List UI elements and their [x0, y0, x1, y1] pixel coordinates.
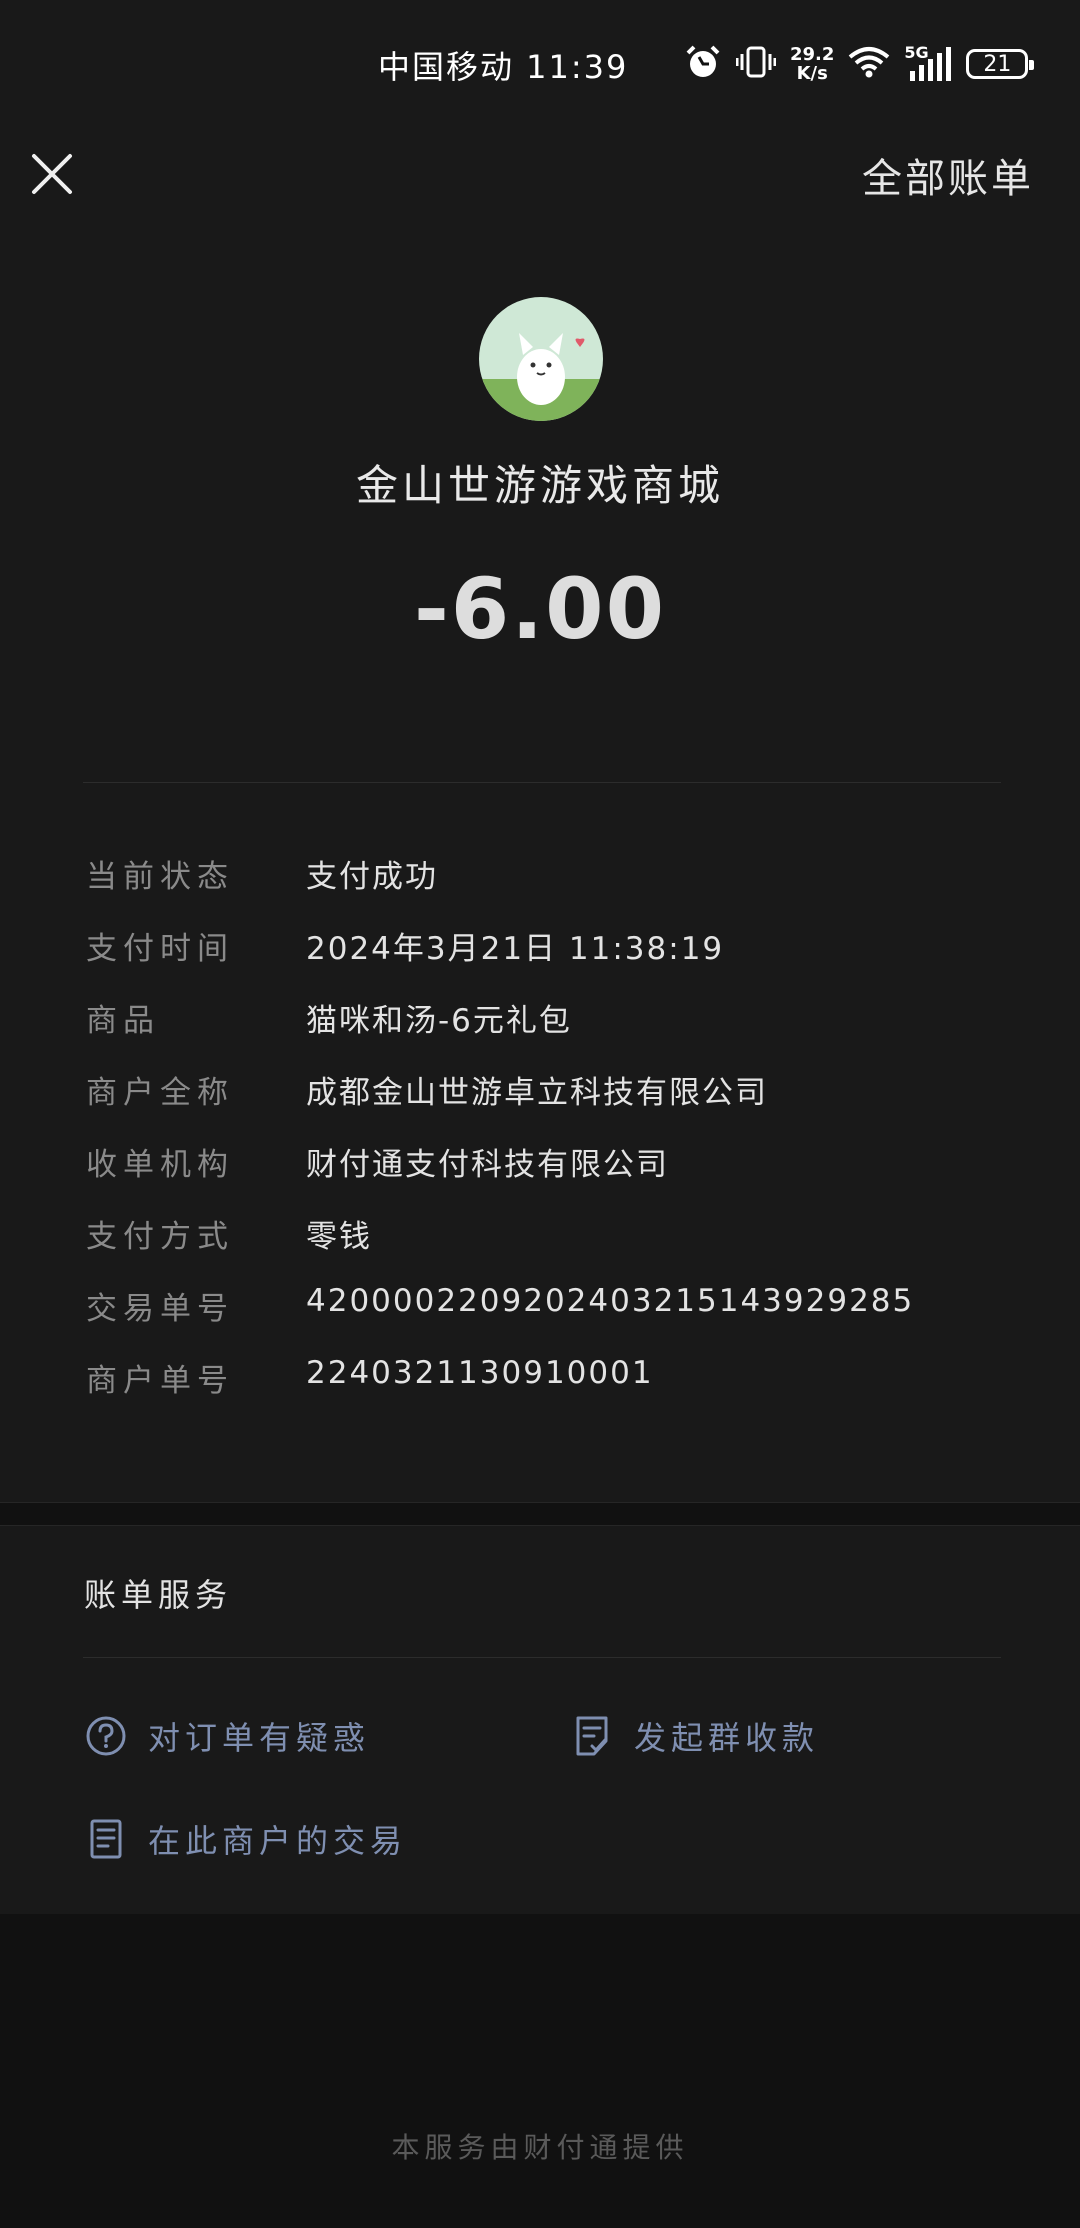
status-bar: 中国移动 11:39 29.2 K/s 5G 21	[0, 36, 1080, 92]
group-collection-button[interactable]: 发起群收款	[570, 1706, 819, 1766]
detail-value: 财付通支付科技有限公司	[306, 1147, 669, 1183]
detail-row-transaction-no: 交易单号 4200002209202403215143929285	[86, 1275, 1006, 1335]
services-title: 账单服务	[84, 1576, 233, 1614]
detail-value[interactable]: 2240321130910001	[306, 1355, 654, 1391]
checklist-icon	[570, 1714, 614, 1758]
detail-row-merchant-full-name: 商户全称 成都金山世游卓立科技有限公司	[86, 1059, 1006, 1119]
detail-label: 商户全称	[86, 1075, 234, 1111]
group-collection-label: 发起群收款	[634, 1719, 820, 1757]
detail-value: 猫咪和汤-6元礼包	[306, 1003, 572, 1039]
bill-detail-panel: 中国移动 11:39 29.2 K/s 5G 21 全部账单 金山世游游戏商城 …	[0, 0, 1080, 1502]
document-icon	[84, 1817, 128, 1861]
detail-row-product: 商品 猫咪和汤-6元礼包	[86, 987, 1006, 1047]
detail-value: 零钱	[306, 1219, 372, 1255]
close-button[interactable]	[28, 150, 76, 198]
bill-detail-page: 中国移动 11:39 29.2 K/s 5G 21 全部账单 金山世游游戏商城 …	[0, 0, 1080, 2228]
detail-value: 支付成功	[306, 859, 438, 895]
section-separator	[0, 1502, 1080, 1526]
detail-label: 商户单号	[86, 1363, 234, 1399]
wifi-icon	[848, 45, 890, 83]
detail-label: 商品	[86, 1003, 160, 1039]
merchant-avatar	[479, 297, 603, 421]
divider	[83, 782, 1001, 783]
detail-label: 支付方式	[86, 1219, 234, 1255]
detail-row-acquirer: 收单机构 财付通支付科技有限公司	[86, 1131, 1006, 1191]
signal-5g-icon: 5G	[904, 43, 952, 83]
merchant-name: 金山世游游戏商城	[355, 461, 724, 510]
all-bills-link[interactable]: 全部账单	[862, 146, 1034, 204]
detail-label: 支付时间	[86, 931, 234, 967]
merchant-transactions-label: 在此商户的交易	[148, 1822, 408, 1860]
detail-row-time: 支付时间 2024年3月21日 11:38:19	[86, 915, 1006, 975]
detail-label: 交易单号	[86, 1291, 234, 1327]
detail-value[interactable]: 4200002209202403215143929285	[306, 1283, 914, 1319]
detail-value: 成都金山世游卓立科技有限公司	[306, 1075, 768, 1111]
divider	[83, 1657, 1001, 1658]
network-speed: 29.2 K/s	[790, 44, 835, 84]
question-circle-icon	[84, 1714, 128, 1758]
detail-label: 当前状态	[86, 859, 234, 895]
footer-provider-text: 本服务由财付通提供	[391, 2131, 689, 2164]
carrier-time: 中国移动 11:39	[378, 48, 629, 86]
order-question-button[interactable]: 对订单有疑惑	[84, 1706, 370, 1766]
battery-indicator: 21	[966, 49, 1035, 79]
payment-amount: -6.00	[413, 560, 667, 658]
order-question-label: 对订单有疑惑	[148, 1719, 371, 1757]
close-icon	[32, 154, 72, 194]
detail-label: 收单机构	[86, 1147, 234, 1183]
alarm-icon	[684, 43, 722, 85]
detail-row-merchant-order-no: 商户单号 2240321130910001	[86, 1347, 1006, 1407]
merchant-transactions-button[interactable]: 在此商户的交易	[84, 1809, 407, 1869]
status-icons: 29.2 K/s 5G 21	[684, 40, 1035, 88]
detail-row-payment-method: 支付方式 零钱	[86, 1203, 1006, 1263]
detail-value: 2024年3月21日 11:38:19	[306, 931, 725, 967]
vibrate-icon	[735, 43, 777, 85]
detail-row-status: 当前状态 支付成功	[86, 843, 1006, 903]
bill-services: 账单服务 对订单有疑惑 发起群收款 在此商户的交易	[0, 1526, 1080, 1914]
